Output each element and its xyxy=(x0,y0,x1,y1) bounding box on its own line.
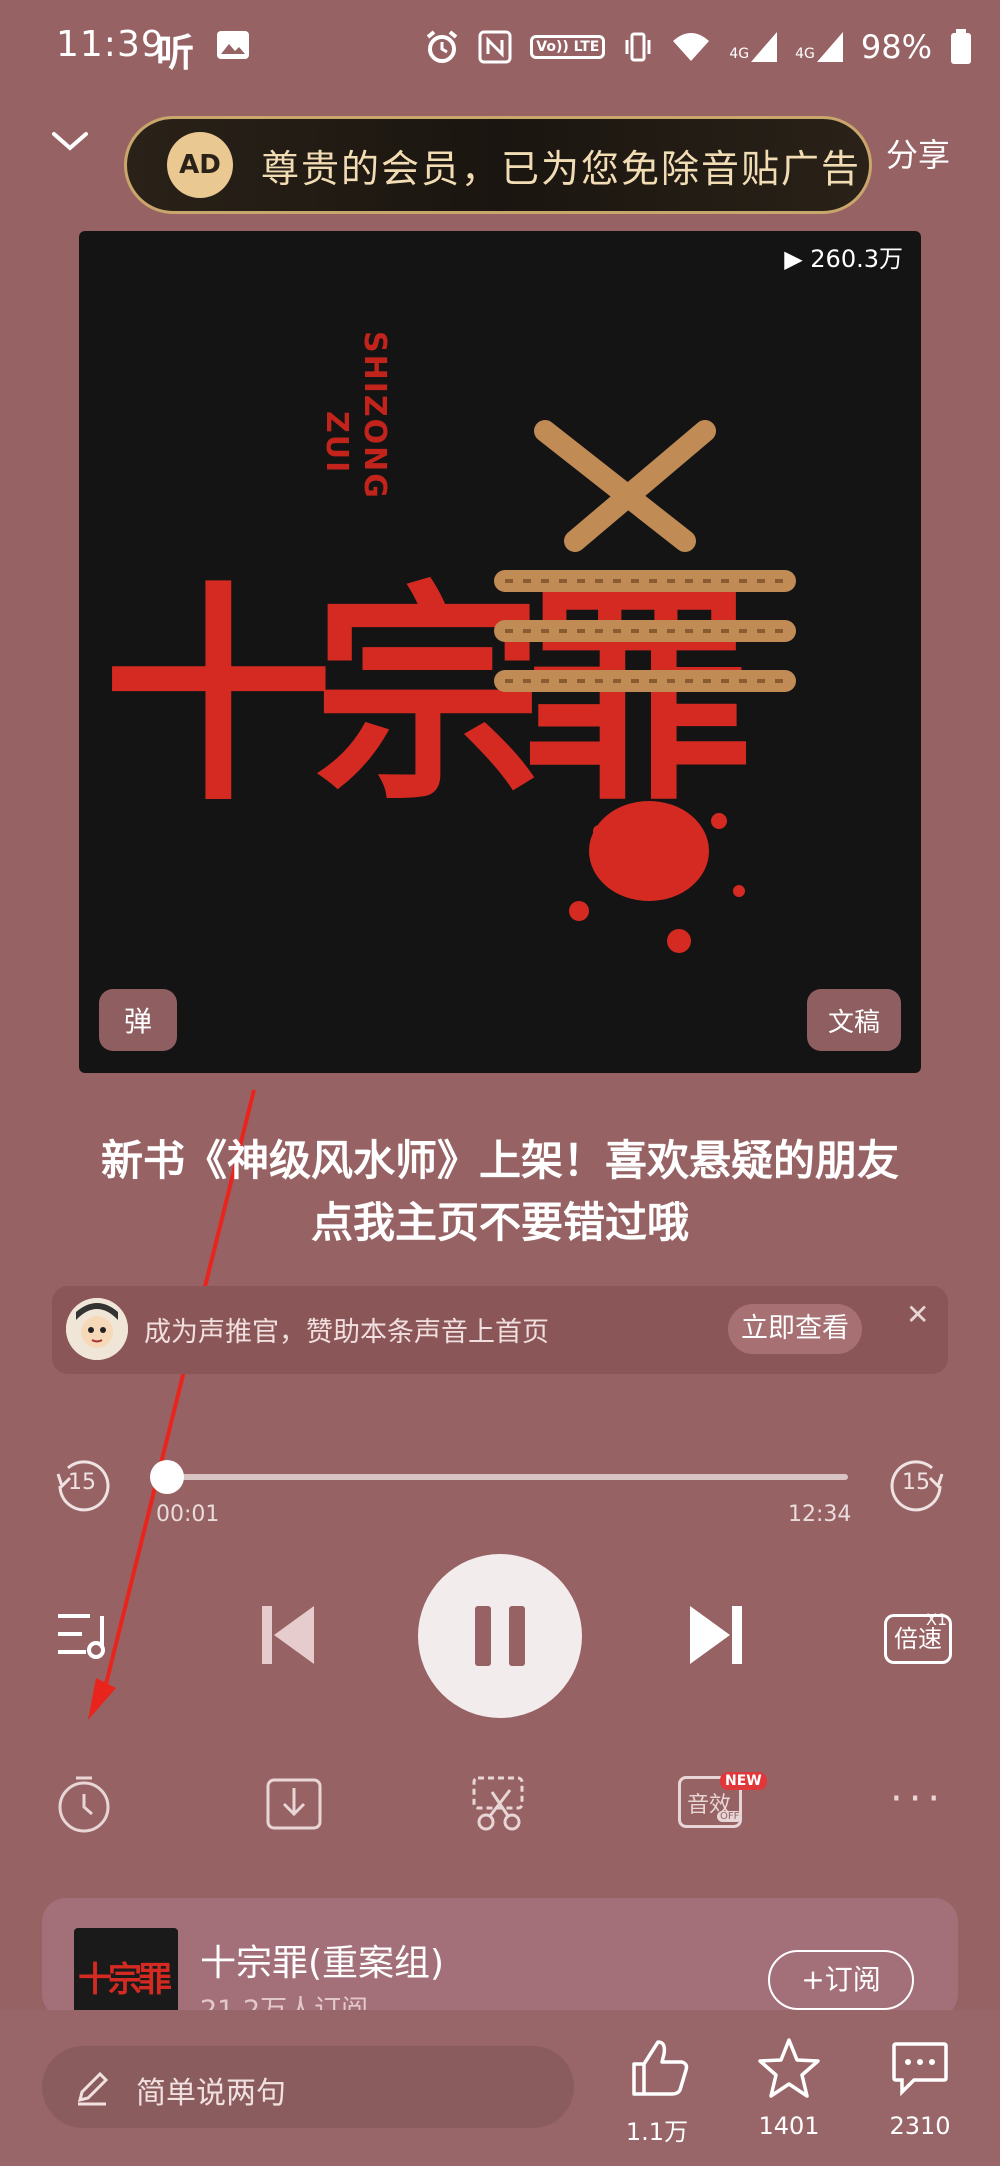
album-thumbnail: 十宗罪 xyxy=(74,1928,178,2018)
vibrate-icon xyxy=(625,32,651,62)
playlist-icon[interactable] xyxy=(56,1608,114,1660)
signal-icon-2 xyxy=(816,32,843,62)
comment-icon[interactable] xyxy=(890,2040,950,2098)
next-track-icon[interactable] xyxy=(688,1604,744,1666)
view-now-button[interactable]: 立即查看 xyxy=(728,1304,862,1354)
volte-icon: Vo)) LTE xyxy=(530,35,606,59)
likes-count: 1.1万 xyxy=(625,2118,689,2146)
progress-bar[interactable] xyxy=(166,1474,848,1480)
rewind-15-button[interactable]: 15 xyxy=(54,1456,112,1514)
album-card[interactable]: 十宗罪 十宗罪(重案组) 21.2万人订阅 +订阅 xyxy=(42,1898,958,2018)
status-bar: 11:39 听 Vo)) LTE 4G 4G 98% xyxy=(0,0,1000,100)
promo-text: 成为声推官，赞助本条声音上首页 xyxy=(144,1317,549,1348)
forward-seconds: 15 xyxy=(902,1470,930,1495)
like-icon[interactable] xyxy=(628,2036,692,2100)
blood-splatter xyxy=(569,801,745,953)
clip-icon[interactable] xyxy=(470,1774,530,1834)
signal-4g-1: 4G xyxy=(729,32,778,62)
previous-track-icon[interactable] xyxy=(260,1604,316,1666)
rope-decoration xyxy=(494,420,796,692)
subscribe-button[interactable]: +订阅 xyxy=(768,1950,914,2010)
track-title-line2: 点我主页不要错过哦 xyxy=(310,1198,689,1247)
close-icon[interactable]: ✕ xyxy=(906,1298,929,1331)
vip-ad-free-banner[interactable]: AD 尊贵的会员，已为您免除音贴广告 xyxy=(124,116,872,214)
current-time: 00:01 xyxy=(156,1502,220,1527)
wifi-icon xyxy=(673,33,710,61)
share-button[interactable]: 分享 xyxy=(886,130,950,176)
comment-input[interactable] xyxy=(42,2046,574,2128)
cover-pinyin-2: ZUI xyxy=(319,411,354,475)
script-button[interactable]: 文稿 xyxy=(807,989,901,1051)
forward-15-button[interactable]: 15 xyxy=(888,1456,946,1514)
ad-icon: AD xyxy=(167,132,233,198)
favorite-star-icon[interactable] xyxy=(756,2036,822,2100)
net-label-1: 4G xyxy=(729,46,750,62)
net-label-2: 4G xyxy=(795,46,815,62)
status-time: 11:39 xyxy=(56,24,165,65)
cover-pinyin-1: SHIZONG xyxy=(357,331,392,500)
collapse-chevron-icon[interactable] xyxy=(48,120,92,164)
new-badge: NEW xyxy=(720,1772,767,1790)
download-icon[interactable] xyxy=(264,1774,324,1834)
play-count: ▶ 260.3万 xyxy=(784,245,903,273)
album-cover[interactable]: ▶ 260.3万 SHIZONG ZUI 十宗罪 弹 文稿 xyxy=(79,231,921,1073)
rewind-seconds: 15 xyxy=(68,1470,96,1495)
battery-percent: 98% xyxy=(860,28,932,66)
track-title: 新书《神级风水师》上架！喜欢悬疑的朋友 点我主页不要错过哦 xyxy=(70,1130,930,1254)
signal-4g-2: 4G xyxy=(795,32,843,62)
status-icons: Vo)) LTE 4G 4G 98% xyxy=(424,22,972,72)
avatar-face-icon xyxy=(66,1298,128,1360)
pencil-icon xyxy=(77,2071,109,2106)
speed-value: X1 xyxy=(926,1610,948,1629)
promo-banner[interactable]: 成为声推官，赞助本条声音上首页 立即查看 ✕ xyxy=(52,1286,948,1374)
timer-icon[interactable] xyxy=(54,1774,114,1834)
effect-off-badge: OFF xyxy=(717,1811,743,1822)
album-thumb-title: 十宗罪 xyxy=(78,1960,172,2000)
comments-count: 2310 xyxy=(889,2112,951,2140)
nfc-icon xyxy=(478,30,512,64)
pause-button[interactable] xyxy=(418,1554,582,1718)
danmu-toggle-button[interactable]: 弹 xyxy=(99,989,177,1051)
pause-bar-right xyxy=(509,1606,525,1666)
more-icon[interactable]: ··· xyxy=(890,1776,946,1822)
pause-bar-left xyxy=(475,1606,491,1666)
gallery-icon xyxy=(217,31,249,59)
signal-icon xyxy=(751,32,778,62)
track-title-line1: 新书《神级风水师》上架！喜欢悬疑的朋友 xyxy=(100,1136,899,1185)
alarm-icon xyxy=(426,30,458,63)
battery-icon xyxy=(951,29,971,64)
total-time: 12:34 xyxy=(788,1502,852,1527)
app-notification-icon: 听 xyxy=(156,31,195,75)
avatar xyxy=(66,1298,128,1360)
album-name: 十宗罪(重案组) xyxy=(200,1943,445,1984)
vip-banner-text: 尊贵的会员，已为您免除音贴广告 xyxy=(261,146,862,191)
favorites-count: 1401 xyxy=(758,2112,820,2140)
comment-placeholder: 简单说两句 xyxy=(136,2076,286,2111)
